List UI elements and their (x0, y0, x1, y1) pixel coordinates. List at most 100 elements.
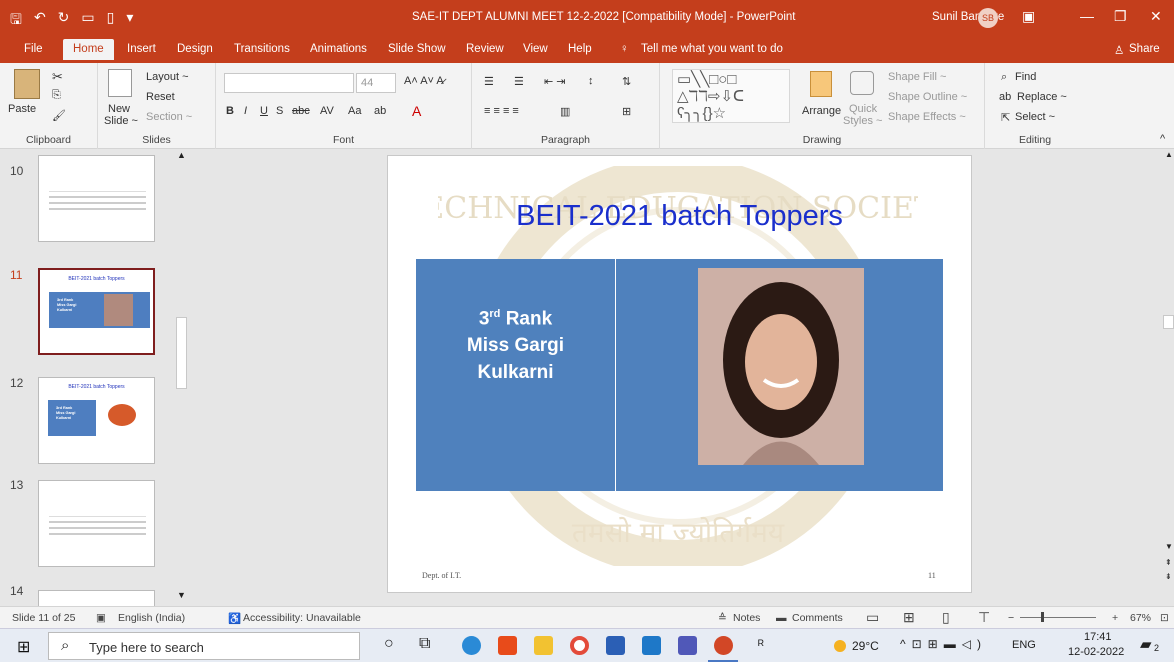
slide-thumbnail-10[interactable] (38, 155, 155, 242)
slide-show-icon[interactable]: ⊤ (978, 609, 990, 626)
arrange-icon[interactable] (810, 71, 832, 97)
quick-styles-button[interactable]: Quick (849, 103, 877, 115)
input-language[interactable]: ENG (1012, 639, 1036, 651)
char-spacing-icon[interactable]: AV (320, 105, 334, 117)
powerpoint-icon[interactable] (714, 636, 733, 655)
scroll-down-icon[interactable]: ▼ (177, 590, 186, 600)
slide-thumbnail-14[interactable] (38, 590, 155, 606)
font-name-box[interactable] (224, 73, 354, 93)
indent-icon[interactable]: ⇤ ⇥ (544, 75, 566, 88)
select-icon[interactable]: ⇱ (1001, 111, 1010, 124)
zoom-level[interactable]: 67% (1130, 612, 1151, 624)
paste-icon[interactable] (14, 69, 40, 99)
slide-thumbnail-13[interactable] (38, 480, 155, 567)
change-case-icon[interactable]: Aa (348, 105, 361, 117)
font-color-icon[interactable]: A (412, 103, 421, 119)
bold-icon[interactable]: B (226, 105, 234, 117)
weather-temp[interactable]: 29°C (852, 639, 879, 653)
slide-sorter-icon[interactable]: ⊞ (903, 609, 915, 626)
shadow-icon[interactable]: S (276, 105, 283, 117)
quick-styles-dropdown[interactable]: Styles ~ (843, 115, 882, 127)
shape-effects-button[interactable]: Shape Effects ~ (888, 111, 966, 123)
share-button[interactable]: Share (1129, 43, 1160, 55)
teams-icon[interactable] (678, 636, 697, 655)
maximize-icon[interactable]: ❐ (1114, 8, 1127, 25)
current-slide[interactable]: TECHNICAL EDUCATION SOCIETY तमसो मा ज्यो… (387, 155, 972, 593)
undo-icon[interactable]: ↶ (34, 9, 46, 33)
slide-thumbnail-12[interactable]: BEIT-2021 batch Toppers 3rd Rank Miss Ga… (38, 377, 155, 464)
text-direction-icon[interactable]: ⇅ (622, 75, 631, 88)
task-view-icon[interactable]: ⧉ (419, 635, 430, 653)
chrome-icon[interactable] (462, 636, 481, 655)
layout-button[interactable]: Layout ~ (146, 71, 189, 83)
find-icon[interactable]: ⌕ (1001, 71, 1007, 84)
accessibility-status[interactable]: Accessibility: Unavailable (243, 612, 361, 624)
select-button[interactable]: Select ~ (1015, 111, 1055, 123)
minimize-icon[interactable]: — (1080, 8, 1094, 24)
tab-view[interactable]: View (523, 43, 548, 55)
comments-icon[interactable]: ▬ (776, 612, 787, 624)
font-size-box[interactable]: 44 (356, 73, 396, 93)
numbering-icon[interactable]: ☰ (514, 75, 524, 88)
new-slide-dropdown[interactable]: Slide ~ (104, 115, 138, 127)
copy-icon[interactable]: ⎘ (52, 89, 61, 102)
zoom-slider-thumb[interactable] (1041, 612, 1044, 622)
cortana-icon[interactable]: ○ (384, 635, 394, 653)
vertical-scrollbar[interactable]: ▲ ▼ ⇞ ⇟ (1163, 150, 1174, 606)
scroll-up-icon[interactable]: ▲ (177, 150, 186, 160)
customize-qat-icon[interactable]: ▾ (126, 9, 133, 33)
rank-text[interactable]: 3rd Rank Miss Gargi Kulkarni (416, 301, 615, 386)
media-app-icon[interactable] (570, 636, 589, 655)
columns-icon[interactable]: ▥ (560, 105, 570, 118)
slide-title[interactable]: BEIT-2021 batch Toppers (388, 200, 971, 233)
taskbar-search[interactable]: ⌕ Type here to search (48, 632, 360, 660)
scroll-up-icon[interactable]: ▲ (1165, 150, 1173, 159)
share-icon[interactable]: ♙ (1114, 43, 1124, 57)
tab-review[interactable]: Review (466, 43, 504, 55)
line-spacing-icon[interactable]: ↕ (588, 75, 594, 87)
zoom-slider[interactable] (1020, 617, 1096, 618)
tab-design[interactable]: Design (177, 43, 213, 55)
next-slide-icon[interactable]: ⇟ (1165, 572, 1172, 581)
fit-slide-icon[interactable]: ⊡ (1160, 612, 1169, 624)
tab-home[interactable]: Home (63, 39, 114, 60)
tab-file[interactable]: File (24, 43, 43, 55)
shape-fill-button[interactable]: Shape Fill ~ (888, 71, 946, 83)
shape-outline-button[interactable]: Shape Outline ~ (888, 91, 967, 103)
shapes-gallery[interactable]: ▭╲╲□○□ △ℸℸ⇨⇩ᑕ ʕ╮╮{}☆ (672, 69, 790, 123)
word-icon[interactable] (606, 636, 625, 655)
format-painter-icon[interactable]: 🖌 (52, 109, 66, 122)
avatar[interactable]: SB (978, 8, 998, 28)
normal-view-icon[interactable]: ▭ (866, 609, 879, 626)
clock-time[interactable]: 17:41 (1084, 631, 1112, 643)
scroll-thumb[interactable] (1163, 315, 1174, 329)
system-tray-icon[interactable]: ^⊡⊞▬◁) (900, 637, 987, 651)
align-text-icon[interactable]: ⊞ (622, 105, 631, 118)
quick-styles-icon[interactable] (850, 71, 874, 95)
scroll-thumb[interactable] (176, 317, 187, 389)
tab-transitions[interactable]: Transitions (234, 43, 290, 55)
bullets-icon[interactable]: ☰ (484, 75, 494, 88)
file-explorer-icon[interactable] (534, 636, 553, 655)
people-icon[interactable]: ᴿ (758, 637, 764, 652)
tell-me-box[interactable]: Tell me what you want to do (641, 43, 783, 55)
grow-font-icon[interactable]: A˄ A˅ A̷ (404, 75, 444, 87)
find-button[interactable]: Find (1015, 71, 1036, 83)
spell-check-icon[interactable]: ▣ (96, 612, 106, 624)
notes-icon[interactable]: ≙ (718, 612, 727, 624)
office-icon[interactable] (498, 636, 517, 655)
clock-date[interactable]: 12-02-2022 (1068, 646, 1124, 658)
zoom-out-icon[interactable]: − (1008, 612, 1014, 624)
replace-button[interactable]: Replace ~ (1017, 91, 1067, 103)
new-slide-button[interactable]: New (108, 103, 130, 115)
redo-icon[interactable]: ↻ (58, 9, 70, 33)
tab-help[interactable]: Help (568, 43, 592, 55)
section-button[interactable]: Section ~ (146, 111, 192, 123)
reading-view-icon[interactable]: ▯ (942, 609, 950, 626)
thumbnail-scrollbar[interactable]: ▲ ▼ (175, 150, 188, 606)
photos-icon[interactable] (642, 636, 661, 655)
tab-insert[interactable]: Insert (127, 43, 156, 55)
tab-slide-show[interactable]: Slide Show (388, 43, 446, 55)
strikethrough-icon[interactable]: abc (292, 105, 310, 117)
ribbon-display-icon[interactable]: ▣ (1022, 8, 1035, 25)
